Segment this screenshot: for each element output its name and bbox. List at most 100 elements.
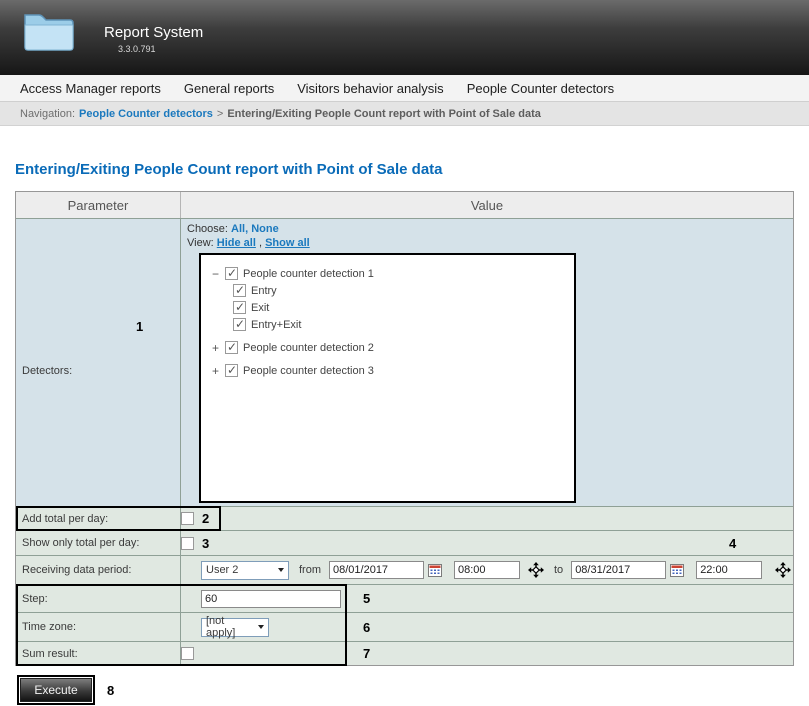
from-label: from [299,564,321,576]
step-label: Step: [22,593,48,605]
view-line: View: Hide all , Show all [187,236,793,250]
sum-result-checkbox[interactable] [181,647,194,660]
hide-all-link[interactable]: Hide all [217,237,256,249]
tree-node: − People counter detection 1 [211,265,566,282]
add-total-checkbox[interactable] [181,512,194,525]
show-only-label: Show only total per day: [22,537,139,549]
channel-label: Entry [251,285,277,297]
page-title: Entering/Exiting People Count report wit… [15,161,809,178]
app-header: Report System 3.3.0.791 [0,0,809,75]
column-header-value: Value [181,192,793,218]
add-total-value-cell: 2 [181,507,793,530]
breadcrumb-link[interactable]: People Counter detectors [79,108,213,120]
add-total-label-cell: Add total per day: [16,507,181,530]
move-cursor-icon [528,562,544,578]
sum-result-value-cell: 7 [181,642,793,665]
to-time-input[interactable] [696,561,762,579]
row-receiving-data-period: Receiving data period: User 2 from [16,555,793,584]
add-total-label: Add total per day: [22,513,108,525]
execute-area: Execute 8 [20,678,809,702]
app-logo-folder-icon [22,7,76,58]
step-input[interactable] [201,590,341,608]
execute-button[interactable]: Execute [20,678,92,702]
row-time-zone: Time zone: [not apply] 6 [16,612,793,641]
callout-2: 2 [202,511,209,526]
column-header-parameter: Parameter [16,192,181,218]
time-zone-label: Time zone: [22,621,76,633]
tree-children: Entry Exit Entry+Exit [233,282,566,333]
detector-checkbox[interactable] [225,341,238,354]
callout-5: 5 [363,591,370,606]
table-header-row: Parameter Value [16,192,793,218]
channel-checkbox[interactable] [233,284,246,297]
tab-general-reports[interactable]: General reports [184,81,274,96]
calendar-icon[interactable] [670,564,684,577]
choose-none-link[interactable]: None [251,223,279,235]
tree-group: + People counter detection 3 [211,362,566,379]
tab-people-counter-detectors[interactable]: People Counter detectors [467,81,614,96]
chevron-down-icon [278,568,284,572]
channel-label: Entry+Exit [251,319,301,331]
user-select[interactable]: User 2 [201,561,289,580]
callout-8: 8 [107,683,114,698]
period-label-cell: Receiving data period: [16,556,181,584]
row-step: Step: 5 [16,584,793,612]
channel-checkbox[interactable] [233,301,246,314]
breadcrumb-prefix: Navigation: [20,108,75,120]
view-label: View: [187,237,214,249]
expand-toggle-icon[interactable]: + [211,341,220,355]
app-version: 3.3.0.791 [118,44,156,54]
tree-group: + People counter detection 2 [211,339,566,356]
choose-line: Choose: All, None [187,222,793,236]
detector-label: People counter detection 1 [243,268,374,280]
to-label: to [554,564,563,576]
to-date-input[interactable] [571,561,666,579]
row-show-only-total-per-day: Show only total per day: 3 4 [16,530,793,555]
collapse-toggle-icon[interactable]: − [211,267,220,281]
choose-separator: , [245,223,248,235]
choose-all-link[interactable]: All [231,223,245,235]
from-date-input[interactable] [329,561,424,579]
time-zone-value-cell: [not apply] 6 [181,613,793,641]
detectors-tree: − People counter detection 1 Entry [199,253,576,503]
app-title: Report System [104,24,203,41]
tree-node: Entry+Exit [233,316,566,333]
from-time-input[interactable] [454,561,520,579]
main-nav: Access Manager reports General reports V… [0,75,809,102]
breadcrumb-current: Entering/Exiting People Count report wit… [227,108,541,120]
show-only-label-cell: Show only total per day: [16,531,181,555]
time-zone-select-value: [not apply] [206,615,258,639]
tree-node: + People counter detection 2 [211,339,566,356]
report-system-page: Report System 3.3.0.791 Access Manager r… [0,0,809,706]
detector-checkbox[interactable] [225,364,238,377]
chevron-down-icon [258,625,264,629]
step-value-cell: 5 [181,585,793,612]
tree-node: Exit [233,299,566,316]
breadcrumb-separator: > [217,108,223,120]
tree-group: − People counter detection 1 Entry [211,265,566,333]
tab-visitors-behavior-analysis[interactable]: Visitors behavior analysis [297,81,443,96]
channel-checkbox[interactable] [233,318,246,331]
detector-label: People counter detection 3 [243,365,374,377]
calendar-icon[interactable] [428,564,442,577]
detectors-label: Detectors: [22,365,72,377]
user-select-value: User 2 [206,564,246,576]
detectors-value-cell: Choose: All, None View: Hide all , Show … [181,219,793,506]
step-label-cell: Step: [16,585,181,612]
expand-toggle-icon[interactable]: + [211,364,220,378]
view-separator: , [259,237,262,249]
tree-node: + People counter detection 3 [211,362,566,379]
sum-result-label: Sum result: [22,648,78,660]
detector-checkbox[interactable] [225,267,238,280]
sum-result-label-cell: Sum result: [16,642,181,665]
move-cursor-icon [775,562,791,578]
show-all-link[interactable]: Show all [265,237,310,249]
period-value-cell: User 2 from [181,556,793,584]
show-only-checkbox[interactable] [181,537,194,550]
time-zone-select[interactable]: [not apply] [201,618,269,637]
callout-4: 4 [729,536,736,551]
choose-label: Choose: [187,223,228,235]
channel-label: Exit [251,302,269,314]
tab-access-manager-reports[interactable]: Access Manager reports [20,81,161,96]
callout-7: 7 [363,646,370,661]
